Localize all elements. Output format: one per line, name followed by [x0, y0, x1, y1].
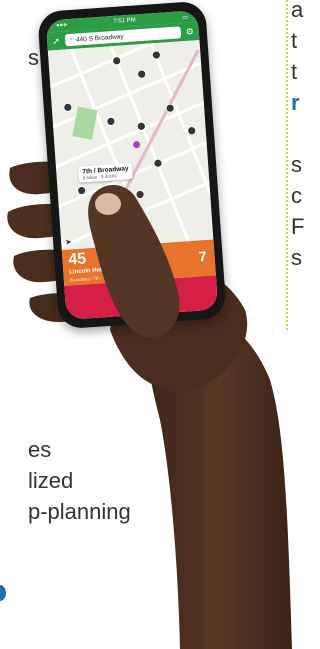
thumb-front [88, 184, 180, 338]
page: a t t r s c F s s es lized p-planning ●●… [0, 0, 310, 649]
